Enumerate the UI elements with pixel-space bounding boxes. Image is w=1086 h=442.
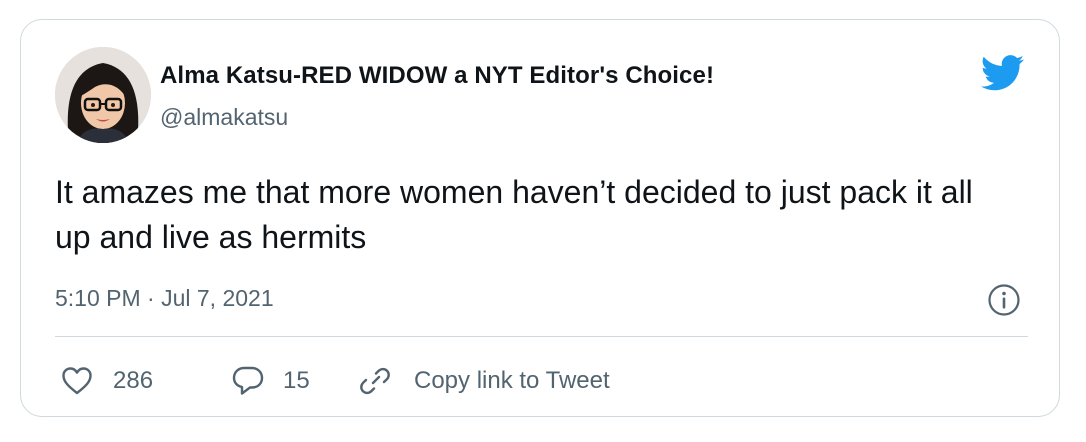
info-icon[interactable] — [987, 283, 1021, 317]
avatar-illustration — [55, 47, 151, 143]
author-handle[interactable]: @almakatsu — [160, 104, 288, 131]
twitter-bird-icon[interactable] — [981, 55, 1025, 91]
speech-bubble-icon — [232, 366, 264, 395]
link-icon — [360, 367, 390, 395]
tweet-timestamp[interactable]: 5:10 PM · Jul 7, 2021 — [55, 285, 274, 312]
divider — [55, 336, 1028, 337]
copy-link-label: Copy link to Tweet — [414, 367, 610, 394]
reply-count: 15 — [283, 367, 310, 394]
avatar[interactable] — [55, 47, 151, 143]
tweet-text: It amazes me that more women haven’t dec… — [55, 174, 973, 255]
reply-button[interactable]: 15 — [231, 364, 310, 398]
author-display-name[interactable]: Alma Katsu-RED WIDOW a NYT Editor's Choi… — [160, 62, 714, 90]
copy-link-button[interactable]: Copy link to Tweet — [359, 364, 610, 398]
like-button[interactable]: 286 — [61, 364, 153, 398]
tweet-card: Alma Katsu-RED WIDOW a NYT Editor's Choi… — [20, 19, 1060, 417]
like-count: 286 — [113, 367, 154, 394]
heart-icon — [62, 367, 92, 395]
